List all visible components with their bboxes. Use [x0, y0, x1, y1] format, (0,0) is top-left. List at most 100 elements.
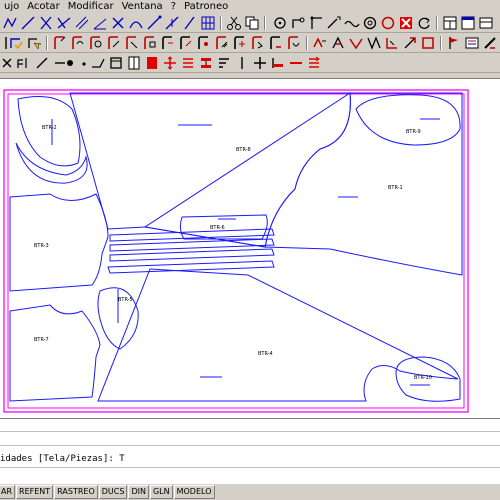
select-pattern-icon[interactable] [8, 35, 24, 51]
circle-icon[interactable] [380, 15, 396, 31]
diagonal-line-icon[interactable] [146, 15, 162, 31]
polyline-icon[interactable] [2, 15, 18, 31]
red-dash-icon[interactable] [288, 55, 304, 71]
pattern-tool-6-icon[interactable] [142, 35, 158, 51]
status-toggle-gln[interactable]: GLN [149, 485, 173, 499]
red-lines-icon[interactable] [306, 55, 322, 71]
marker-toolbar [0, 54, 500, 73]
menu-bar: ujo Acotar Modificar Ventana ? Patroneo [0, 0, 500, 14]
tilt-line-icon[interactable] [182, 15, 198, 31]
page-icon[interactable] [126, 55, 142, 71]
status-toggle-refent[interactable]: REFENT [16, 485, 54, 499]
delete-icon[interactable] [398, 15, 414, 31]
pattern-tool-12-icon[interactable] [250, 35, 266, 51]
split-line-icon[interactable] [164, 15, 180, 31]
rect-tool-icon[interactable] [108, 55, 124, 71]
window-icon[interactable] [460, 15, 476, 31]
cut-icon[interactable] [226, 15, 242, 31]
pleat-tool-icon[interactable] [366, 35, 382, 51]
cloth-outer-border [3, 89, 469, 413]
pattern-tool-2-icon[interactable] [70, 35, 86, 51]
command-prompt[interactable]: idades [Tela/Piezas]: T [0, 453, 500, 465]
xline-icon[interactable] [38, 15, 54, 31]
status-toggle-modelo[interactable]: MODELO [173, 485, 215, 499]
align-icon[interactable] [180, 55, 196, 71]
red-notch-icon[interactable] [270, 55, 286, 71]
menu-acotar[interactable]: Acotar [23, 0, 63, 14]
pattern-tool-5-icon[interactable] [124, 35, 140, 51]
wave-icon[interactable] [344, 15, 360, 31]
line-icon[interactable] [20, 15, 36, 31]
ray-icon[interactable] [56, 15, 72, 31]
piece-label-4: BTR-3 [34, 243, 49, 249]
mirror-tool-icon[interactable] [312, 35, 328, 51]
angle-line-icon[interactable] [92, 15, 108, 31]
node-icon[interactable] [290, 15, 306, 31]
grid-icon[interactable] [200, 15, 216, 31]
copy-icon[interactable] [244, 15, 260, 31]
pattern-box-icon[interactable] [464, 35, 480, 51]
pattern-tool-9-icon[interactable] [196, 35, 212, 51]
notch-tool-icon[interactable] [384, 35, 400, 51]
pattern-tool-7-icon[interactable] [160, 35, 176, 51]
stairs-icon[interactable] [16, 55, 32, 71]
pattern-piece-left-wedge [69, 92, 351, 248]
pattern-tool-4-icon[interactable] [106, 35, 122, 51]
seam-tool-icon[interactable] [420, 35, 436, 51]
slash-icon[interactable] [34, 55, 50, 71]
menu-patroneo[interactable]: Patroneo [180, 0, 232, 14]
menu-modificar[interactable]: Modificar [64, 0, 118, 14]
command-history-line-1 [0, 433, 500, 445]
corner-icon[interactable] [308, 15, 324, 31]
piece-label-7: BTR-4 [258, 351, 273, 357]
tile-icon[interactable] [442, 15, 458, 31]
fill-red-icon[interactable] [144, 55, 160, 71]
drawing-canvas[interactable]: BTR-2 BTR-8 BTR-1 BTR-3 BTR-7 BTR-5 BTR-… [0, 78, 500, 419]
pattern-tool-8-icon[interactable] [178, 35, 194, 51]
piece-label-1: BTR-2 [42, 125, 57, 131]
pattern-tool-10-icon[interactable] [214, 35, 230, 51]
command-input[interactable] [0, 469, 500, 481]
status-toggle-1[interactable]: AR [0, 485, 16, 499]
status-bar: AR REFENT RASTREO DUCS DIN GLN MODELO [0, 484, 500, 500]
pattern-tool-13-icon[interactable] [268, 35, 284, 51]
frame-icon[interactable] [478, 15, 494, 31]
menu-help[interactable]: ? [167, 0, 180, 14]
move-icon[interactable] [162, 55, 178, 71]
multiline-icon[interactable] [74, 15, 90, 31]
target-icon[interactable] [362, 15, 378, 31]
status-toggle-ducs[interactable]: DUCS [98, 485, 128, 499]
status-toggle-din[interactable]: DIN [128, 485, 149, 499]
pattern-piece-bottom-fan [97, 268, 459, 402]
dart-tool-icon[interactable] [348, 35, 364, 51]
fold-tool-icon[interactable] [330, 35, 346, 51]
pattern-tool-3-icon[interactable] [88, 35, 104, 51]
circle-point-icon[interactable] [272, 15, 288, 31]
status-toggle-rastreo[interactable]: RASTREO [54, 485, 98, 499]
piece-label-5: BTR-7 [34, 337, 49, 343]
pattern-tool-11-icon[interactable] [232, 35, 248, 51]
vbar-icon[interactable] [234, 55, 250, 71]
plus-icon[interactable] [252, 55, 268, 71]
piece-label-9: BTR-9 [406, 129, 421, 135]
extend-icon[interactable] [326, 15, 342, 31]
angle-tool-icon[interactable] [90, 55, 106, 71]
piece-label-6: BTR-5 [118, 297, 133, 303]
arc-line-icon[interactable] [128, 15, 144, 31]
order-icon[interactable] [216, 55, 232, 71]
pattern-piece-left-bodice-top [9, 193, 109, 292]
pattern-tool-14-icon[interactable] [286, 35, 302, 51]
menu-dibujo[interactable]: ujo [0, 0, 23, 14]
menu-ventana[interactable]: Ventana [118, 0, 167, 14]
pattern-flag-icon[interactable] [446, 35, 462, 51]
pattern-tool-1-icon[interactable] [52, 35, 68, 51]
piece-select-icon[interactable] [26, 35, 42, 51]
stack-icon[interactable] [198, 55, 214, 71]
cross-line-icon[interactable] [110, 15, 126, 31]
pattern-ruler-icon[interactable] [482, 35, 498, 51]
cloth-inner-border [7, 93, 465, 409]
grade-tool-icon[interactable] [402, 35, 418, 51]
command-window[interactable]: idades [Tela/Piezas]: T [0, 418, 500, 485]
close-marker-icon[interactable] [0, 55, 16, 71]
rotate-icon[interactable] [416, 15, 432, 31]
